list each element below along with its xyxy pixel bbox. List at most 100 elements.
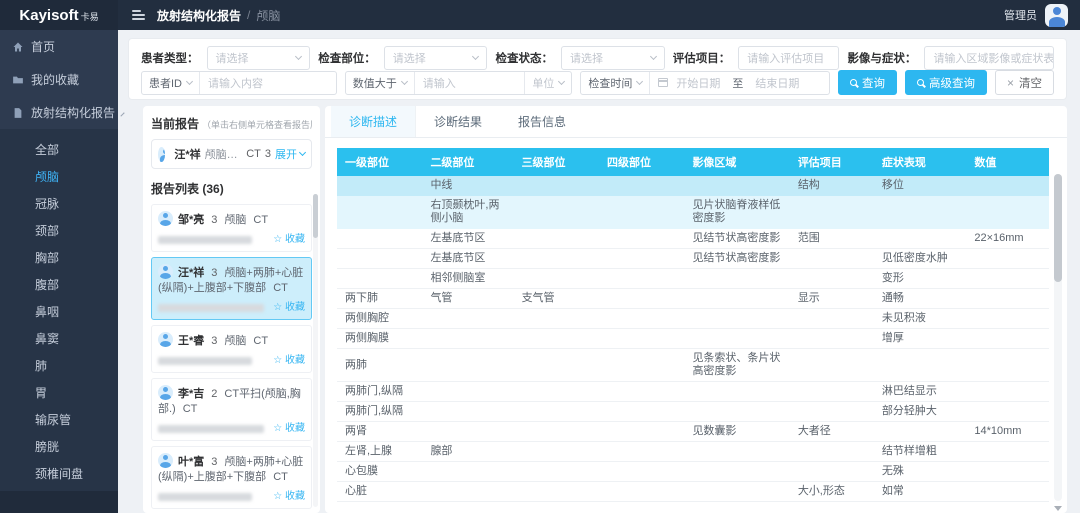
table-cell[interactable] (422, 382, 513, 402)
scroll-down-arrow-icon[interactable] (1054, 506, 1062, 511)
patient-id-select[interactable]: 患者ID (142, 72, 200, 94)
table-cell[interactable] (966, 482, 1049, 502)
advanced-query-button[interactable]: 高级查询 (905, 70, 987, 95)
table-cell[interactable]: 心脏 (337, 482, 422, 502)
table-cell[interactable]: 腺部 (422, 442, 513, 462)
table-cell[interactable] (422, 482, 513, 502)
table-cell[interactable]: 气管 (422, 289, 513, 309)
sidebar-item-home[interactable]: 首页 (0, 30, 118, 63)
table-cell[interactable] (599, 482, 684, 502)
table-cell[interactable] (514, 442, 599, 462)
table-cell[interactable]: 变形 (874, 269, 967, 289)
table-cell[interactable] (790, 349, 874, 382)
table-cell[interactable] (514, 402, 599, 422)
table-cell[interactable] (684, 482, 789, 502)
table-cell[interactable] (337, 196, 422, 229)
table-cell[interactable] (422, 422, 513, 442)
table-cell[interactable] (599, 196, 684, 229)
tab-report-info[interactable]: 报告信息 (500, 106, 584, 137)
user-avatar[interactable] (1045, 4, 1068, 27)
table-cell[interactable] (874, 229, 967, 249)
favorite-link[interactable]: ☆ 收藏 (273, 421, 305, 436)
table-cell[interactable] (599, 269, 684, 289)
table-cell[interactable]: 大小,形态 (790, 482, 874, 502)
table-cell[interactable] (684, 269, 789, 289)
clear-button[interactable]: ×清空 (995, 70, 1054, 95)
table-cell[interactable] (790, 249, 874, 269)
table-cell[interactable] (599, 309, 684, 329)
table-cell[interactable] (514, 176, 599, 196)
table-cell[interactable] (422, 349, 513, 382)
table-cell[interactable] (599, 462, 684, 482)
table-cell[interactable] (966, 289, 1049, 309)
table-cell[interactable]: 结节样增粗 (874, 442, 967, 462)
list-scrollbar[interactable] (313, 194, 318, 507)
table-cell[interactable] (337, 269, 422, 289)
table-cell[interactable]: 淋巴结显示 (874, 382, 967, 402)
table-cell[interactable] (790, 402, 874, 422)
table-cell[interactable]: 两下肺 (337, 289, 422, 309)
table-cell[interactable]: 无殊 (874, 462, 967, 482)
favorite-link[interactable]: ☆ 收藏 (273, 489, 305, 504)
table-cell[interactable] (790, 442, 874, 462)
table-cell[interactable] (966, 462, 1049, 482)
sidebar-subitem-6[interactable]: 腹部 (0, 272, 118, 299)
report-list-item[interactable]: 汪*祥3颅脑+两肺+心脏(纵隔)+上腹部+下腹部CT☆ 收藏 (151, 257, 312, 320)
table-cell[interactable] (599, 249, 684, 269)
table-cell[interactable] (422, 309, 513, 329)
table-cell[interactable] (514, 329, 599, 349)
table-cell[interactable]: 见结节状高密度影 (684, 229, 789, 249)
table-cell[interactable] (599, 422, 684, 442)
sidebar-subitem-2[interactable]: 颅脑 (0, 164, 118, 191)
report-list-item[interactable]: 叶*富3颅脑+两肺+心脏(纵隔)+上腹部+下腹部CT☆ 收藏 (151, 446, 312, 509)
table-cell[interactable]: 移位 (874, 176, 967, 196)
table-cell[interactable] (514, 229, 599, 249)
patient-id-input[interactable]: 请输入内容 (200, 75, 271, 91)
table-cell[interactable] (599, 402, 684, 422)
table-cell[interactable] (514, 309, 599, 329)
table-cell[interactable] (966, 382, 1049, 402)
table-cell[interactable] (599, 329, 684, 349)
table-cell[interactable]: 支气管 (514, 289, 599, 309)
table-cell[interactable] (599, 382, 684, 402)
sidebar-subitem-4[interactable]: 颈部 (0, 218, 118, 245)
table-cell[interactable]: 大者径 (790, 422, 874, 442)
table-cell[interactable] (790, 462, 874, 482)
sidebar-subitem-10[interactable]: 胃 (0, 380, 118, 407)
table-cell[interactable]: 见片状脑脊液样低密度影 (684, 196, 789, 229)
table-cell[interactable]: 见数囊影 (684, 422, 789, 442)
table-cell[interactable] (684, 289, 789, 309)
table-cell[interactable]: 如常 (874, 482, 967, 502)
table-cell[interactable]: 两侧胸腔 (337, 309, 422, 329)
table-cell[interactable] (422, 402, 513, 422)
current-report-card[interactable]: 汪*祥 颅脑+两肺+心... CT 3 展开 (151, 139, 312, 169)
value-input[interactable]: 请输入 (415, 75, 525, 91)
table-cell[interactable] (966, 402, 1049, 422)
table-cell[interactable] (966, 196, 1049, 229)
table-cell[interactable] (422, 329, 513, 349)
table-cell[interactable]: 相邻侧脑室 (422, 269, 513, 289)
table-cell[interactable] (514, 422, 599, 442)
report-list-item[interactable]: 邹*亮3颅脑CT☆ 收藏 (151, 204, 312, 252)
table-cell[interactable] (514, 249, 599, 269)
favorite-link[interactable]: ☆ 收藏 (273, 232, 305, 247)
table-cell[interactable]: 通畅 (874, 289, 967, 309)
table-cell[interactable] (790, 196, 874, 229)
sidebar-subitem-8[interactable]: 鼻窦 (0, 326, 118, 353)
table-cell[interactable]: 左肾,上腺 (337, 442, 422, 462)
table-cell[interactable]: 心包膜 (337, 462, 422, 482)
table-cell[interactable] (790, 382, 874, 402)
table-cell[interactable]: 未见积液 (874, 309, 967, 329)
table-cell[interactable] (337, 229, 422, 249)
query-button[interactable]: 查询 (838, 70, 897, 95)
table-cell[interactable] (966, 442, 1049, 462)
menu-collapse-icon[interactable] (132, 10, 145, 20)
table-cell[interactable] (599, 289, 684, 309)
unit-select[interactable]: 单位 (524, 72, 571, 94)
table-cell[interactable] (514, 196, 599, 229)
end-date-input[interactable]: 结束日期 (747, 75, 807, 91)
value-compare-select[interactable]: 数值大于 (346, 72, 415, 94)
table-cell[interactable] (684, 176, 789, 196)
table-cell[interactable]: 见结节状高密度影 (684, 249, 789, 269)
table-cell[interactable] (966, 349, 1049, 382)
